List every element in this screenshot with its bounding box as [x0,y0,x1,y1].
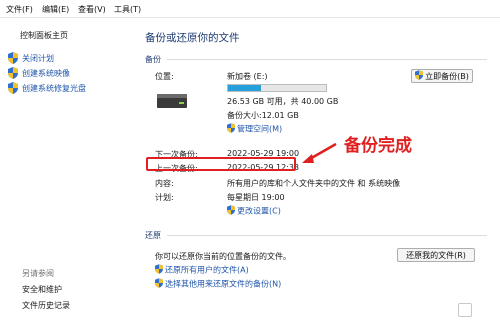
manage-space-link[interactable]: 管理空间(M) [227,123,282,135]
menu-view[interactable]: 查看(V) [78,4,106,15]
drive-name: 新加卷 (E:) [227,72,268,81]
free-space-text: 26.53 GB 可用，共 40.00 GB [227,97,339,106]
select-other-backup-link[interactable]: 选择其他用来还原文件的备份(N) [155,278,281,290]
backup-now-button[interactable]: 立即备份(B) [411,69,473,83]
sidebar-item-label: 创建系统修复光盘 [22,84,86,93]
main-content: 备份或还原你的文件 备份 位置: 新加卷 (E:) 立即备份(B) 26.53 … [135,18,500,326]
see-also-heading: 另请参阅 [22,269,54,278]
menu-bar: 文件(F) 编辑(E) 查看(V) 工具(T) [0,0,500,18]
shield-icon [8,67,18,81]
last-backup-highlight [146,157,296,171]
backup-size-text: 备份大小:12.01 GB [227,111,299,120]
sidebar-home-link[interactable]: 控制面板主页 [20,30,68,41]
change-settings-link[interactable]: 更改设置(C) [227,205,281,217]
shield-icon [8,52,18,66]
disk-usage-bar [227,84,327,92]
schedule-label: 计划: [155,193,174,202]
restore-my-files-button[interactable]: 还原我的文件(R) [397,248,475,262]
shield-icon [227,123,235,135]
shield-icon [155,278,163,290]
annotation-arrow [300,140,340,168]
sidebar-item-label: 创建系统映像 [22,69,70,78]
shield-icon [227,205,235,217]
restore-all-users-link[interactable]: 还原所有用户的文件(A) [155,264,249,276]
hard-drive-icon [157,92,187,112]
menu-file[interactable]: 文件(F) [6,4,33,15]
see-also-security-maintenance[interactable]: 安全和维护 [22,284,62,295]
sidebar-item-label: 关闭计划 [22,54,54,63]
annotation-label: 备份完成 [344,136,412,156]
contents-value: 所有用户的库和个人文件夹中的文件 和 系统映像 [227,179,401,188]
restore-description: 你可以还原你当前的位置备份的文件。 [155,252,291,261]
page-title: 备份或还原你的文件 [145,32,240,44]
manage-space-label: 管理空间(M) [237,124,283,134]
shield-icon [155,264,163,276]
shield-icon [8,82,18,96]
change-settings-label: 更改设置(C) [237,206,281,216]
section-divider [167,235,487,236]
menu-tools[interactable]: 工具(T) [114,4,141,15]
shield-icon [415,70,424,82]
restore-all-users-label: 还原所有用户的文件(A) [165,265,249,275]
select-other-backup-label: 选择其他用来还原文件的备份(N) [165,279,282,289]
backup-section-label: 备份 [145,55,161,64]
disk-usage-fill [228,85,262,91]
schedule-value: 每星期日 19:00 [227,193,285,202]
backup-now-label: 立即备份(B) [425,71,469,81]
contents-label: 内容: [155,179,174,188]
sidebar: 控制面板主页 关闭计划 创建系统映像 创建系统修复光盘 另请参阅 安全和维护 文… [0,18,134,326]
restore-section-label: 还原 [145,231,161,240]
section-divider [167,59,487,60]
menu-edit[interactable]: 编辑(E) [42,4,69,15]
resize-box[interactable] [458,303,472,317]
see-also-file-history[interactable]: 文件历史记录 [22,300,70,311]
location-label: 位置: [155,72,174,81]
